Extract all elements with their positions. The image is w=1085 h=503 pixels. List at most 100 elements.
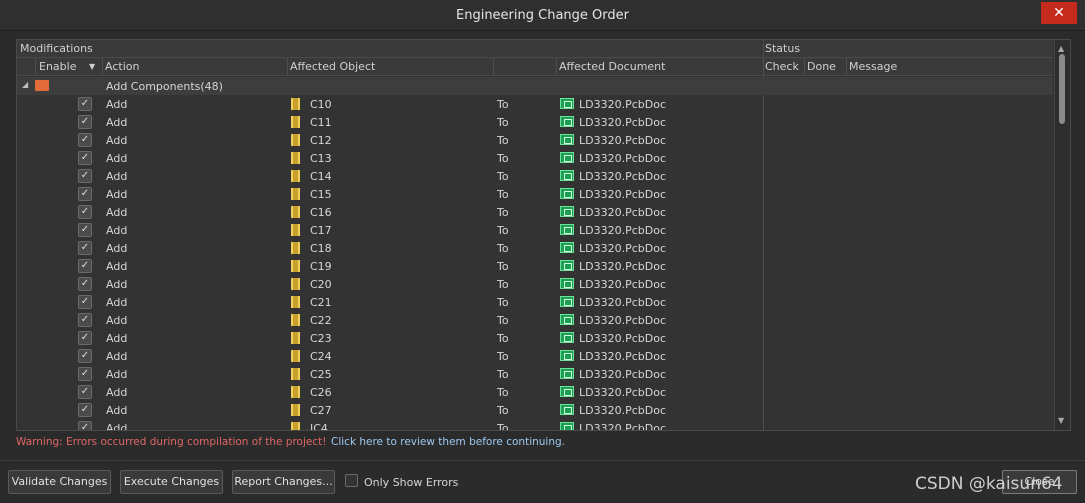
enable-checkbox[interactable]: ✓ <box>78 349 92 363</box>
enable-checkbox[interactable]: ✓ <box>78 169 92 183</box>
pcb-document-icon <box>560 314 574 325</box>
to-cell: To <box>497 98 509 111</box>
table-row[interactable]: ✓ Add C20 To LD3320.PcbDoc <box>17 275 1053 293</box>
action-cell: Add <box>106 116 128 129</box>
pcb-document-icon <box>560 404 574 415</box>
review-errors-link[interactable]: Click here to review them before continu… <box>331 436 565 448</box>
table-row[interactable]: ✓ Add C18 To LD3320.PcbDoc <box>17 239 1053 257</box>
table-row[interactable]: ✓ Add IC4 To LD3320.PcbDoc <box>17 419 1053 431</box>
column-action[interactable]: Action <box>105 60 139 73</box>
enable-checkbox[interactable]: ✓ <box>78 277 92 291</box>
watermark: CSDN @kaisun64 <box>915 474 1063 494</box>
table-row[interactable]: ✓ Add C27 To LD3320.PcbDoc <box>17 401 1053 419</box>
table-row[interactable]: ✓ Add C23 To LD3320.PcbDoc <box>17 329 1053 347</box>
column-check[interactable]: Check <box>765 60 799 73</box>
to-cell: To <box>497 260 509 273</box>
component-icon <box>291 188 300 200</box>
table-row[interactable]: ✓ Add C10 To LD3320.PcbDoc <box>17 95 1053 113</box>
table-row[interactable]: ✓ Add C15 To LD3320.PcbDoc <box>17 185 1053 203</box>
enable-checkbox[interactable]: ✓ <box>78 421 92 430</box>
affected-document-cell: LD3320.PcbDoc <box>579 170 667 183</box>
enable-filter-icon[interactable]: ▼ <box>89 62 95 71</box>
only-show-errors-label[interactable]: Only Show Errors <box>364 476 458 489</box>
table-row[interactable]: ✓ Add C19 To LD3320.PcbDoc <box>17 257 1053 275</box>
enable-checkbox[interactable]: ✓ <box>78 313 92 327</box>
scroll-up-icon[interactable]: ▲ <box>1058 44 1064 53</box>
table-row[interactable]: ✓ Add C22 To LD3320.PcbDoc <box>17 311 1053 329</box>
table-row[interactable]: ✓ Add C25 To LD3320.PcbDoc <box>17 365 1053 383</box>
report-changes-button[interactable]: Report Changes... <box>232 470 335 494</box>
column-affected-object[interactable]: Affected Object <box>290 60 375 73</box>
enable-checkbox[interactable]: ✓ <box>78 295 92 309</box>
component-icon <box>291 260 300 272</box>
component-icon <box>291 386 300 398</box>
table-row[interactable]: ✓ Add C26 To LD3320.PcbDoc <box>17 383 1053 401</box>
to-cell: To <box>497 224 509 237</box>
affected-object-cell: C26 <box>310 386 332 399</box>
affected-object-cell: C20 <box>310 278 332 291</box>
action-cell: Add <box>106 422 128 431</box>
affected-object-cell: C21 <box>310 296 332 309</box>
to-cell: To <box>497 422 509 431</box>
col-divider <box>35 58 36 76</box>
table-row[interactable]: ✓ Add C13 To LD3320.PcbDoc <box>17 149 1053 167</box>
affected-document-cell: LD3320.PcbDoc <box>579 242 667 255</box>
to-cell: To <box>497 242 509 255</box>
affected-object-cell: C19 <box>310 260 332 273</box>
action-cell: Add <box>106 224 128 237</box>
table-row[interactable]: ✓ Add C16 To LD3320.PcbDoc <box>17 203 1053 221</box>
only-show-errors-checkbox[interactable] <box>345 474 358 487</box>
enable-checkbox[interactable]: ✓ <box>78 205 92 219</box>
group-row-add-components[interactable]: ◢ Add Components(48) <box>17 77 1053 95</box>
enable-checkbox[interactable]: ✓ <box>78 403 92 417</box>
column-affected-document[interactable]: Affected Document <box>559 60 665 73</box>
enable-checkbox[interactable]: ✓ <box>78 133 92 147</box>
component-icon <box>291 422 300 430</box>
enable-checkbox[interactable]: ✓ <box>78 187 92 201</box>
scroll-down-icon[interactable]: ▼ <box>1058 416 1064 425</box>
column-enable[interactable]: Enable <box>39 60 76 73</box>
table-row[interactable]: ✓ Add C17 To LD3320.PcbDoc <box>17 221 1053 239</box>
execute-changes-button[interactable]: Execute Changes <box>120 470 223 494</box>
component-icon <box>291 242 300 254</box>
table-row[interactable]: ✓ Add C12 To LD3320.PcbDoc <box>17 131 1053 149</box>
affected-object-cell: C10 <box>310 98 332 111</box>
affected-object-cell: C12 <box>310 134 332 147</box>
action-cell: Add <box>106 332 128 345</box>
pcb-document-icon <box>560 242 574 253</box>
enable-checkbox[interactable]: ✓ <box>78 385 92 399</box>
pcb-document-icon <box>560 98 574 109</box>
enable-checkbox[interactable]: ✓ <box>78 151 92 165</box>
changes-grid: Modifications Status Enable ▼ Action Aff… <box>16 39 1071 431</box>
scrollbar-thumb[interactable] <box>1059 54 1065 124</box>
enable-checkbox[interactable]: ✓ <box>78 241 92 255</box>
column-done[interactable]: Done <box>807 60 836 73</box>
table-row[interactable]: ✓ Add C24 To LD3320.PcbDoc <box>17 347 1053 365</box>
enable-checkbox[interactable]: ✓ <box>78 259 92 273</box>
affected-document-cell: LD3320.PcbDoc <box>579 350 667 363</box>
action-cell: Add <box>106 170 128 183</box>
enable-checkbox[interactable]: ✓ <box>78 97 92 111</box>
enable-checkbox[interactable]: ✓ <box>78 115 92 129</box>
action-cell: Add <box>106 188 128 201</box>
enable-checkbox[interactable]: ✓ <box>78 223 92 237</box>
affected-object-cell: C16 <box>310 206 332 219</box>
table-row[interactable]: ✓ Add C14 To LD3320.PcbDoc <box>17 167 1053 185</box>
table-row[interactable]: ✓ Add C11 To LD3320.PcbDoc <box>17 113 1053 131</box>
pcb-document-icon <box>560 188 574 199</box>
validate-changes-button[interactable]: Validate Changes <box>8 470 111 494</box>
enable-checkbox[interactable]: ✓ <box>78 331 92 345</box>
col-divider <box>846 58 847 76</box>
affected-document-cell: LD3320.PcbDoc <box>579 98 667 111</box>
vertical-scrollbar[interactable]: ▲ ▼ <box>1054 40 1070 430</box>
table-row[interactable]: ✓ Add C21 To LD3320.PcbDoc <box>17 293 1053 311</box>
column-message[interactable]: Message <box>849 60 897 73</box>
collapse-arrow-icon[interactable]: ◢ <box>22 80 28 89</box>
window-close-icon[interactable]: ✕ <box>1041 2 1077 24</box>
pcb-document-icon <box>560 296 574 307</box>
action-cell: Add <box>106 152 128 165</box>
affected-object-cell: C24 <box>310 350 332 363</box>
group-label: Add Components(48) <box>106 80 223 93</box>
affected-object-cell: C11 <box>310 116 332 129</box>
enable-checkbox[interactable]: ✓ <box>78 367 92 381</box>
